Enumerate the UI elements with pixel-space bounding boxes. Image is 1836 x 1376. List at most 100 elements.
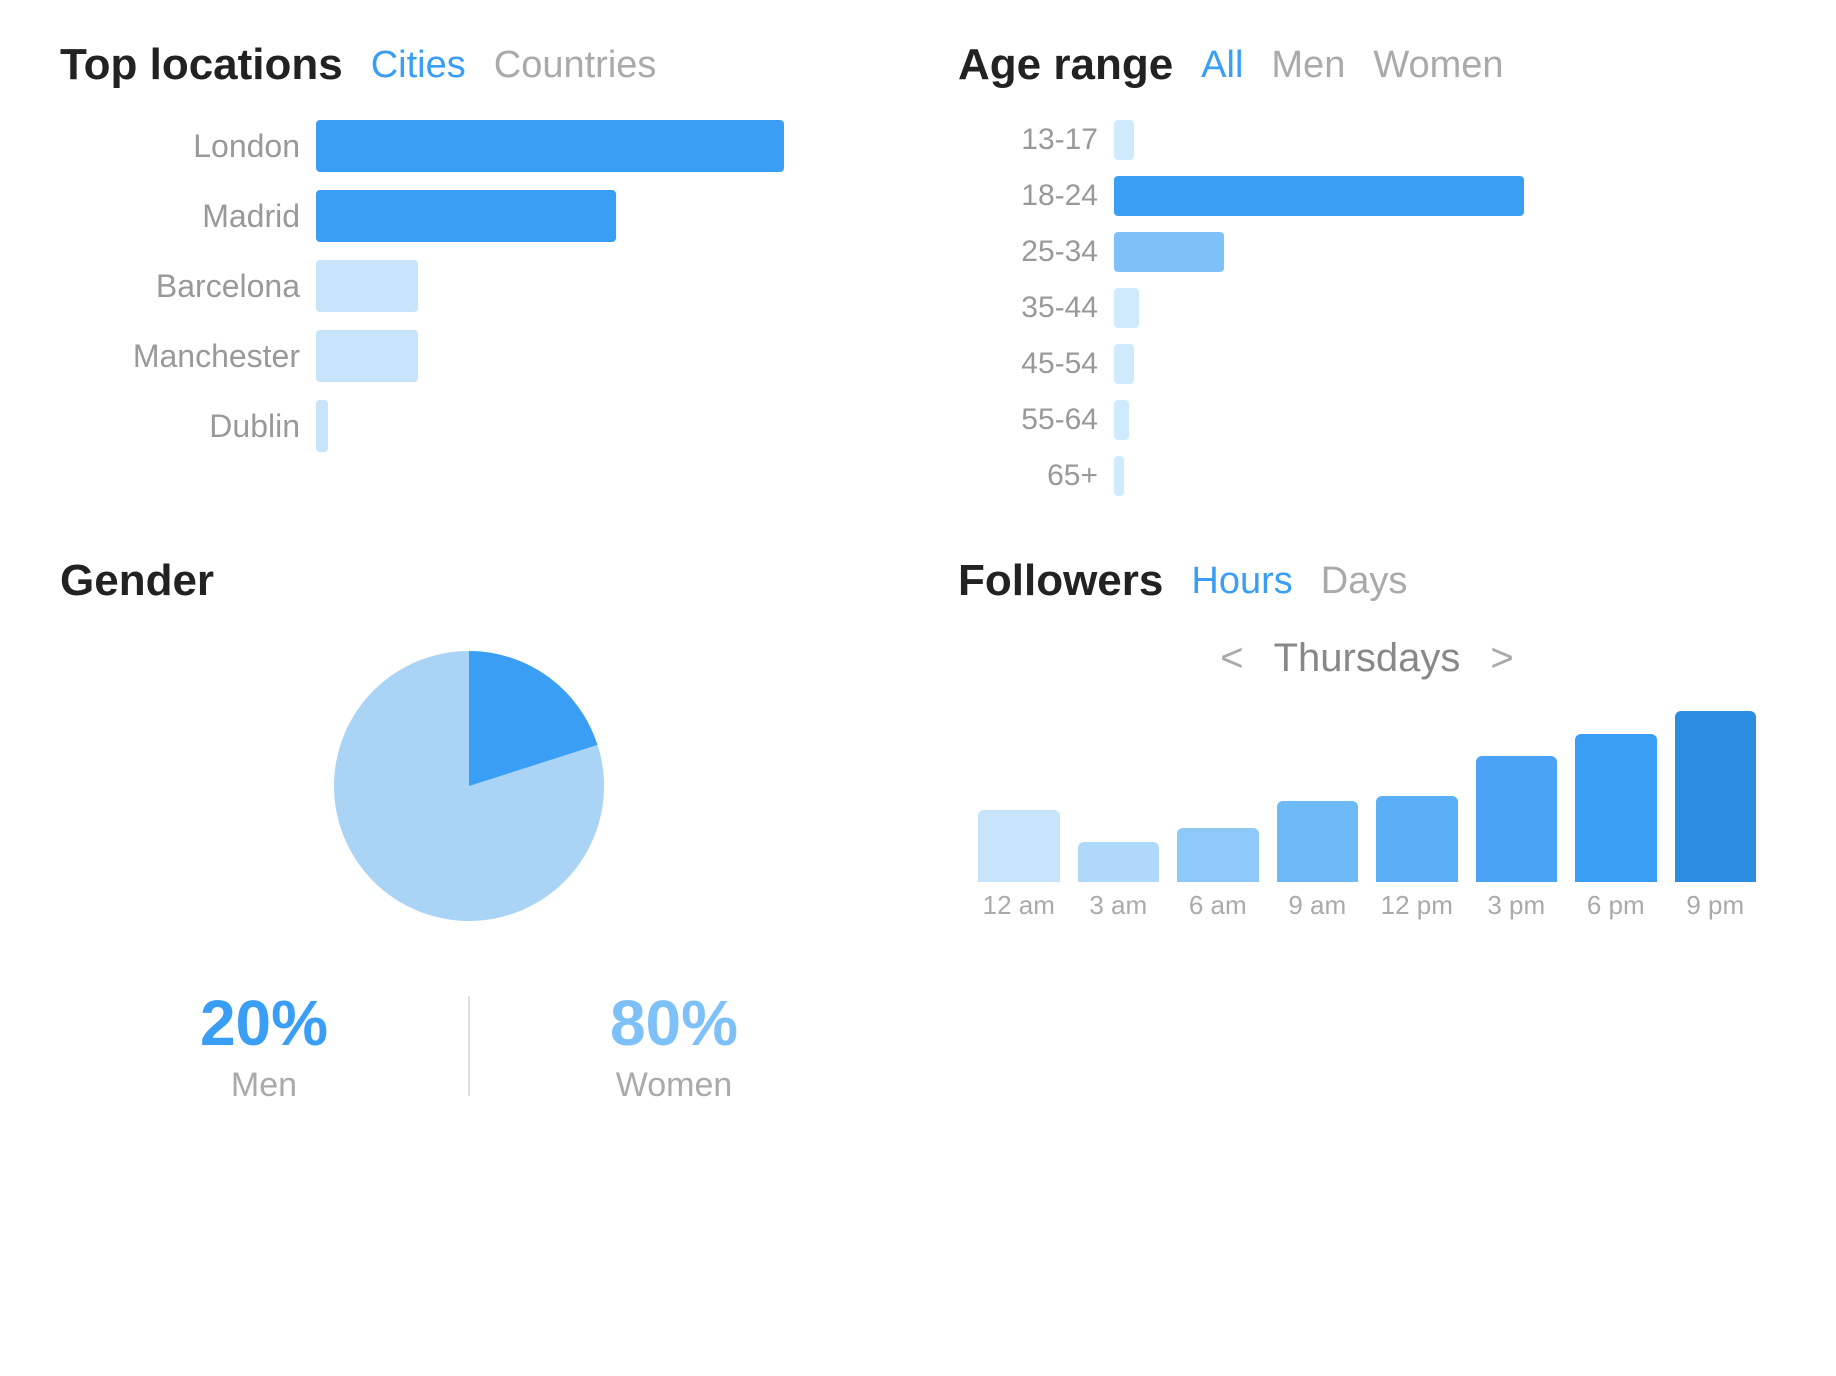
- gender-stats: 20% Men 80% Women: [60, 966, 878, 1125]
- bar-fill: [316, 190, 616, 242]
- followers-header: Followers Hours Days: [958, 556, 1776, 606]
- age-label: 45-54: [978, 347, 1098, 381]
- hour-bar-wrap: 3 am: [1078, 842, 1160, 921]
- bar-fill: [316, 400, 328, 452]
- age-label: 65+: [978, 459, 1098, 493]
- age-label: 35-44: [978, 291, 1098, 325]
- age-bar-track: [1114, 120, 1776, 160]
- followers-title: Followers: [958, 556, 1163, 606]
- tab-cities[interactable]: Cities: [371, 44, 466, 87]
- bar-row: Barcelona: [80, 260, 878, 312]
- tab-women[interactable]: Women: [1373, 44, 1503, 87]
- age-bar-fill: [1114, 176, 1524, 216]
- hour-bar: [1177, 828, 1259, 882]
- age-bar-fill: [1114, 400, 1129, 440]
- hour-bar-label: 6 pm: [1587, 890, 1645, 921]
- age-bar-row: 25-34: [978, 232, 1776, 272]
- age-range-section: Age range All Men Women 13-17 18-24 25-34 3…: [958, 40, 1776, 496]
- gender-women-stat: 80% Women: [470, 966, 878, 1125]
- hour-bar-wrap: 12 pm: [1376, 796, 1458, 921]
- age-bar-fill: [1114, 456, 1124, 496]
- age-label: 25-34: [978, 235, 1098, 269]
- tab-days[interactable]: Days: [1321, 560, 1408, 603]
- bar-track: [316, 190, 878, 242]
- hour-bar: [1476, 756, 1558, 882]
- gender-men-stat: 20% Men: [60, 966, 468, 1125]
- dashboard: Top locations Cities Countries London Mad…: [60, 40, 1776, 1125]
- bar-row: Dublin: [80, 400, 878, 452]
- age-bar-track: [1114, 288, 1776, 328]
- hour-bar: [978, 810, 1060, 882]
- bar-label: Dublin: [80, 408, 300, 445]
- next-day-button[interactable]: >: [1490, 636, 1513, 681]
- hour-bar-wrap: 6 am: [1177, 828, 1259, 921]
- hour-bar: [1675, 711, 1757, 882]
- hour-bar-wrap: 12 am: [978, 810, 1060, 921]
- age-label: 13-17: [978, 123, 1098, 157]
- current-day-label: Thursdays: [1274, 636, 1461, 681]
- hour-bar-wrap: 6 pm: [1575, 734, 1657, 921]
- age-label: 18-24: [978, 179, 1098, 213]
- age-bar-fill: [1114, 344, 1134, 384]
- bar-track: [316, 330, 878, 382]
- gender-pie-chart: [319, 636, 619, 936]
- age-bar-track: [1114, 456, 1776, 496]
- hour-bar: [1575, 734, 1657, 882]
- hour-bar-label: 12 pm: [1381, 890, 1453, 921]
- age-bar-track: [1114, 176, 1776, 216]
- bar-row: Manchester: [80, 330, 878, 382]
- age-bar-track: [1114, 400, 1776, 440]
- bar-label: Barcelona: [80, 268, 300, 305]
- hour-bar-label: 6 am: [1189, 890, 1247, 921]
- prev-day-button[interactable]: <: [1220, 636, 1243, 681]
- tab-hours[interactable]: Hours: [1191, 560, 1292, 603]
- bar-fill: [316, 120, 784, 172]
- hour-bar-label: 3 am: [1089, 890, 1147, 921]
- bar-label: Madrid: [80, 198, 300, 235]
- top-locations-section: Top locations Cities Countries London Mad…: [60, 40, 878, 496]
- age-bar-row: 13-17: [978, 120, 1776, 160]
- age-range-header: Age range All Men Women: [958, 40, 1776, 90]
- bar-track: [316, 120, 878, 172]
- age-bar-fill: [1114, 120, 1134, 160]
- gender-title: Gender: [60, 556, 214, 606]
- age-bar-row: 55-64: [978, 400, 1776, 440]
- hour-bar-wrap: 9 pm: [1675, 711, 1757, 921]
- age-bar-row: 35-44: [978, 288, 1776, 328]
- bar-label: London: [80, 128, 300, 165]
- hour-bar: [1376, 796, 1458, 882]
- men-percentage: 20%: [200, 986, 328, 1060]
- top-locations-chart: London Madrid Barcelona Manchester Dublin: [60, 120, 878, 452]
- tab-all[interactable]: All: [1201, 44, 1243, 87]
- bar-fill: [316, 330, 418, 382]
- gender-section: Gender 20% Men 80% Women: [60, 556, 878, 1125]
- women-label: Women: [616, 1066, 733, 1105]
- hour-bar: [1277, 801, 1359, 882]
- bar-row: London: [80, 120, 878, 172]
- age-bar-fill: [1114, 232, 1224, 272]
- hour-bar-label: 12 am: [983, 890, 1055, 921]
- hour-bar-label: 9 pm: [1686, 890, 1744, 921]
- age-bar-track: [1114, 344, 1776, 384]
- bar-fill: [316, 260, 418, 312]
- age-range-title: Age range: [958, 40, 1173, 90]
- top-locations-header: Top locations Cities Countries: [60, 40, 878, 90]
- hour-bar: [1078, 842, 1160, 882]
- tab-men[interactable]: Men: [1271, 44, 1345, 87]
- hour-bar-label: 3 pm: [1487, 890, 1545, 921]
- age-range-chart: 13-17 18-24 25-34 35-44 45-54 55-64 65+: [958, 120, 1776, 496]
- top-locations-title: Top locations: [60, 40, 343, 90]
- age-bar-row: 18-24: [978, 176, 1776, 216]
- bar-track: [316, 260, 878, 312]
- bar-track: [316, 400, 878, 452]
- bar-label: Manchester: [80, 338, 300, 375]
- followers-section: Followers Hours Days < Thursdays > 12 am…: [958, 556, 1776, 1125]
- hour-bar-wrap: 9 am: [1277, 801, 1359, 921]
- women-percentage: 80%: [610, 986, 738, 1060]
- age-label: 55-64: [978, 403, 1098, 437]
- age-bar-row: 65+: [978, 456, 1776, 496]
- age-bar-track: [1114, 232, 1776, 272]
- hour-bar-label: 9 am: [1288, 890, 1346, 921]
- tab-countries[interactable]: Countries: [494, 44, 657, 87]
- hour-chart: 12 am 3 am 6 am 9 am 12 pm 3 pm 6 pm 9 pm: [958, 721, 1776, 921]
